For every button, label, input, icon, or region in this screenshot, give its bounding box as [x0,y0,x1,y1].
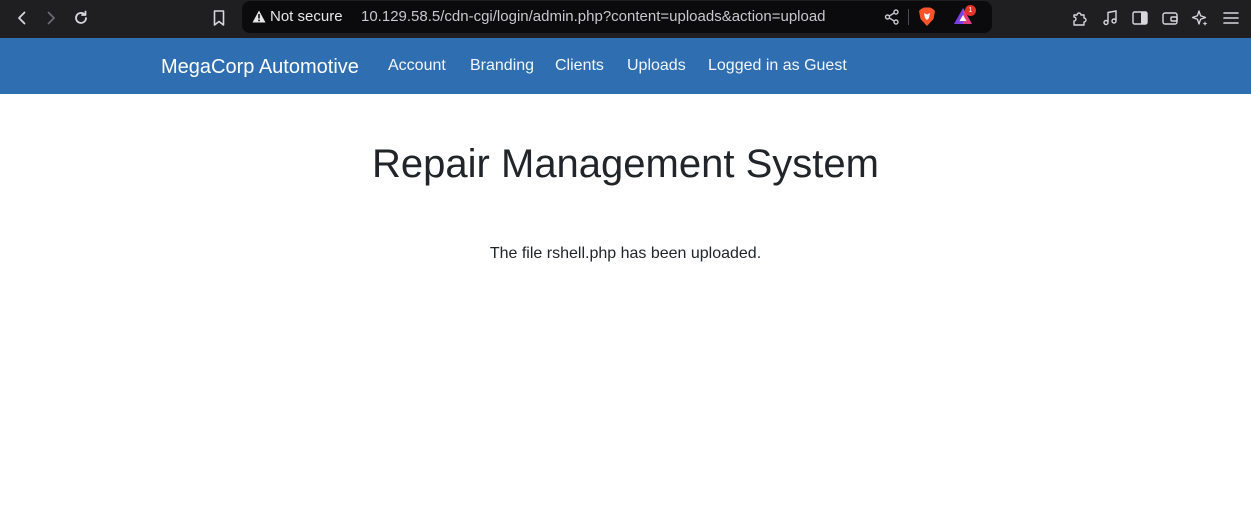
hamburger-menu-icon [1223,12,1239,24]
chevron-right-icon [47,11,55,25]
music-note-icon [1103,10,1117,26]
media-button[interactable] [1096,4,1124,32]
leo-ai-button[interactable] [1186,4,1214,32]
sidebar-button[interactable] [1126,4,1154,32]
reload-icon [75,10,87,24]
url-text[interactable]: 10.129.58.5/cdn-cgi/login/admin.php?cont… [361,8,826,26]
rewards-badge: 1 [965,5,976,16]
share-icon[interactable] [883,8,901,26]
address-bar-divider [908,9,909,25]
warning-icon [252,10,266,23]
upload-status-message: The file rshell.php has been uploaded. [489,245,762,262]
wallet-icon [1162,12,1178,25]
browser-toolbar: Not secure 10.129.58.5/cdn-cgi/login/adm… [0,0,1251,38]
nav-link-account[interactable]: Account [388,56,446,76]
site-navbar: MegaCorp Automotive Account Branding Cli… [0,38,1251,94]
forward-button[interactable] [37,4,65,32]
reload-button[interactable] [67,4,95,32]
nav-link-clients[interactable]: Clients [555,56,604,76]
address-bar[interactable]: Not secure 10.129.58.5/cdn-cgi/login/adm… [242,1,992,33]
page-title: Repair Management System [372,142,879,186]
nav-link-branding[interactable]: Branding [470,56,534,76]
brand-link[interactable]: MegaCorp Automotive [161,55,359,79]
sparkle-icon [1191,10,1208,26]
wallet-button[interactable] [1156,4,1184,32]
bookmark-icon [213,10,225,26]
menu-button[interactable] [1217,4,1245,32]
nav-link-uploads[interactable]: Uploads [627,56,686,76]
puzzle-icon [1073,12,1087,26]
chevron-left-icon [18,11,26,25]
nav-link-logged-in-user[interactable]: Logged in as Guest [708,56,847,76]
brave-shields-icon[interactable] [918,7,936,27]
back-button[interactable] [8,4,36,32]
extensions-button[interactable] [1066,4,1094,32]
bookmark-button[interactable] [205,4,233,32]
sidebar-icon [1132,11,1148,25]
security-indicator[interactable]: Not secure [270,8,343,26]
